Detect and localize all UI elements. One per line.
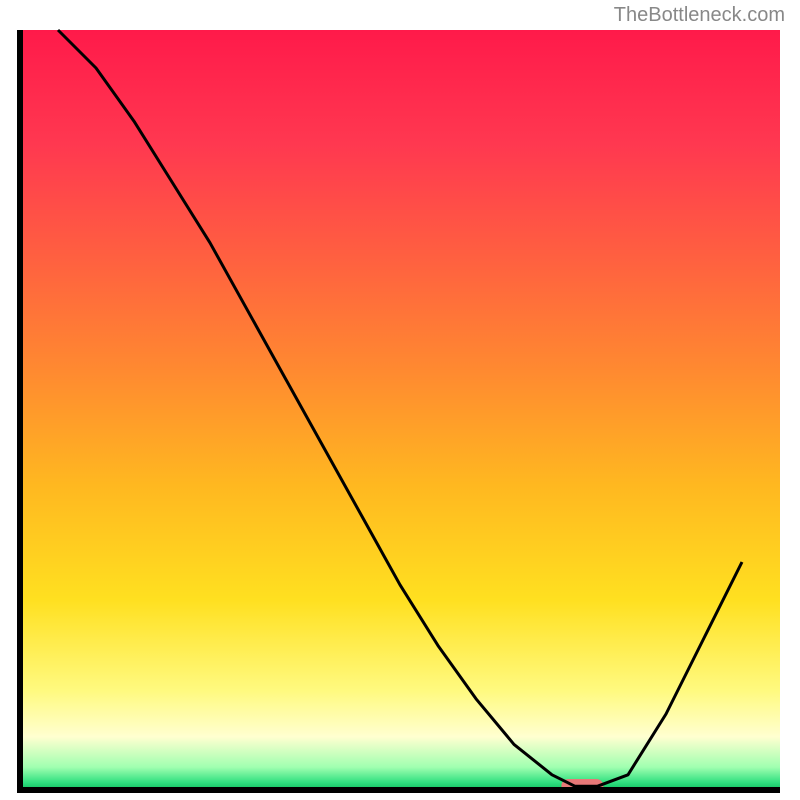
- gradient-background: [20, 30, 780, 790]
- chart-container: TheBottleneck.com: [0, 0, 800, 800]
- watermark-text: TheBottleneck.com: [614, 4, 785, 27]
- chart-svg: [0, 0, 800, 800]
